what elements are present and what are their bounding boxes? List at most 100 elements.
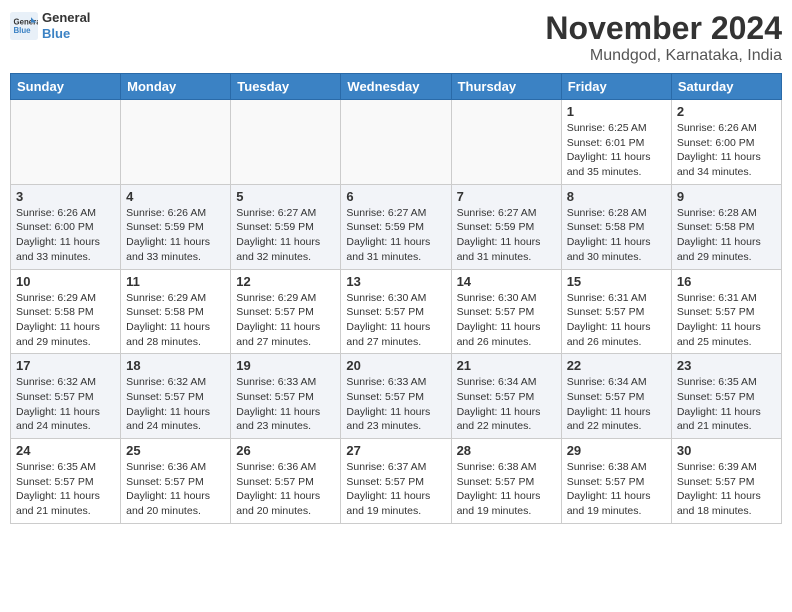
- day-number: 21: [457, 358, 556, 373]
- weekday-header-friday: Friday: [561, 74, 671, 100]
- title-block: November 2024 Mundgod, Karnataka, India: [545, 10, 782, 65]
- calendar-cell: 23Sunrise: 6:35 AM Sunset: 5:57 PM Dayli…: [671, 354, 781, 439]
- calendar-cell: 27 Sunrise: 6:37 AM Sunset: 5:57 PM Dayli…: [341, 439, 451, 524]
- day-number: 16: [677, 274, 776, 289]
- calendar-cell: 12 Sunrise: 6:29 AM Sunset: 5:57 PM Dayli…: [231, 269, 341, 354]
- day-detail: Sunrise: 6:26 AM Sunset: 6:00 PM Dayligh…: [16, 206, 115, 265]
- day-number: 3: [16, 189, 115, 204]
- calendar-cell: 3 Sunrise: 6:26 AM Sunset: 6:00 PM Daylig…: [11, 184, 121, 269]
- day-number: 25: [126, 443, 225, 458]
- calendar-cell: 14 Sunrise: 6:30 AM Sunset: 5:57 PM Dayli…: [451, 269, 561, 354]
- calendar-cell: 1 Sunrise: 6:25 AM Sunset: 6:01 PM Daylig…: [561, 100, 671, 185]
- calendar-cell: 9 Sunrise: 6:28 AM Sunset: 5:58 PM Daylig…: [671, 184, 781, 269]
- day-detail: Sunrise: 6:27 AM Sunset: 5:59 PM Dayligh…: [236, 206, 335, 265]
- day-detail: Sunrise: 6:30 AM Sunset: 5:57 PM Dayligh…: [457, 291, 556, 350]
- weekday-header-saturday: Saturday: [671, 74, 781, 100]
- day-number: 20: [346, 358, 445, 373]
- day-detail: Sunrise: 6:29 AM Sunset: 5:58 PM Dayligh…: [126, 291, 225, 350]
- day-detail: Sunrise: 6:38 AM Sunset: 5:57 PM Dayligh…: [567, 460, 666, 519]
- calendar-cell: [451, 100, 561, 185]
- day-number: 29: [567, 443, 666, 458]
- day-number: 24: [16, 443, 115, 458]
- weekday-header-thursday: Thursday: [451, 74, 561, 100]
- location: Mundgod, Karnataka, India: [545, 47, 782, 65]
- calendar-cell: 29 Sunrise: 6:38 AM Sunset: 5:57 PM Dayli…: [561, 439, 671, 524]
- day-detail: Sunrise: 6:26 AM Sunset: 6:00 PM Dayligh…: [677, 121, 776, 180]
- day-number: 7: [457, 189, 556, 204]
- day-detail: Sunrise: 6:34 AM Sunset: 5:57 PM Dayligh…: [567, 375, 666, 434]
- calendar-cell: 20 Sunrise: 6:33 AM Sunset: 5:57 PM Dayli…: [341, 354, 451, 439]
- weekday-header-wednesday: Wednesday: [341, 74, 451, 100]
- day-detail: Sunrise: 6:35 AM Sunset: 5:57 PM Dayligh…: [677, 375, 776, 434]
- day-detail: Sunrise: 6:28 AM Sunset: 5:58 PM Dayligh…: [567, 206, 666, 265]
- calendar-cell: 4 Sunrise: 6:26 AM Sunset: 5:59 PM Daylig…: [121, 184, 231, 269]
- weekday-header-tuesday: Tuesday: [231, 74, 341, 100]
- day-detail: Sunrise: 6:25 AM Sunset: 6:01 PM Dayligh…: [567, 121, 666, 180]
- calendar-cell: 18 Sunrise: 6:32 AM Sunset: 5:57 PM Dayli…: [121, 354, 231, 439]
- day-detail: Sunrise: 6:37 AM Sunset: 5:57 PM Dayligh…: [346, 460, 445, 519]
- day-number: 2: [677, 104, 776, 119]
- calendar-cell: 2 Sunrise: 6:26 AM Sunset: 6:00 PM Daylig…: [671, 100, 781, 185]
- day-detail: Sunrise: 6:32 AM Sunset: 5:57 PM Dayligh…: [126, 375, 225, 434]
- day-number: 5: [236, 189, 335, 204]
- calendar-cell: 6 Sunrise: 6:27 AM Sunset: 5:59 PM Daylig…: [341, 184, 451, 269]
- weekday-header-monday: Monday: [121, 74, 231, 100]
- day-number: 9: [677, 189, 776, 204]
- day-number: 19: [236, 358, 335, 373]
- month-title: November 2024: [545, 10, 782, 47]
- day-detail: Sunrise: 6:30 AM Sunset: 5:57 PM Dayligh…: [346, 291, 445, 350]
- calendar-cell: [121, 100, 231, 185]
- day-number: 26: [236, 443, 335, 458]
- day-detail: Sunrise: 6:36 AM Sunset: 5:57 PM Dayligh…: [126, 460, 225, 519]
- calendar-week-4: 17 Sunrise: 6:32 AM Sunset: 5:57 PM Dayli…: [11, 354, 782, 439]
- day-number: 1: [567, 104, 666, 119]
- calendar-cell: 28 Sunrise: 6:38 AM Sunset: 5:57 PM Dayli…: [451, 439, 561, 524]
- logo: General Blue General Blue: [10, 10, 90, 41]
- calendar-cell: 8 Sunrise: 6:28 AM Sunset: 5:58 PM Daylig…: [561, 184, 671, 269]
- day-detail: Sunrise: 6:31 AM Sunset: 5:57 PM Dayligh…: [567, 291, 666, 350]
- day-number: 27: [346, 443, 445, 458]
- calendar-cell: 22 Sunrise: 6:34 AM Sunset: 5:57 PM Dayli…: [561, 354, 671, 439]
- day-detail: Sunrise: 6:33 AM Sunset: 5:57 PM Dayligh…: [236, 375, 335, 434]
- calendar-cell: [341, 100, 451, 185]
- day-number: 8: [567, 189, 666, 204]
- day-detail: Sunrise: 6:29 AM Sunset: 5:57 PM Dayligh…: [236, 291, 335, 350]
- day-detail: Sunrise: 6:34 AM Sunset: 5:57 PM Dayligh…: [457, 375, 556, 434]
- day-number: 4: [126, 189, 225, 204]
- calendar-cell: 11 Sunrise: 6:29 AM Sunset: 5:58 PM Dayli…: [121, 269, 231, 354]
- calendar-cell: 13Sunrise: 6:30 AM Sunset: 5:57 PM Dayli…: [341, 269, 451, 354]
- calendar-week-1: 1 Sunrise: 6:25 AM Sunset: 6:01 PM Daylig…: [11, 100, 782, 185]
- day-number: 17: [16, 358, 115, 373]
- calendar-cell: 26 Sunrise: 6:36 AM Sunset: 5:57 PM Dayli…: [231, 439, 341, 524]
- calendar-cell: 24Sunrise: 6:35 AM Sunset: 5:57 PM Dayli…: [11, 439, 121, 524]
- calendar-cell: 21 Sunrise: 6:34 AM Sunset: 5:57 PM Dayli…: [451, 354, 561, 439]
- calendar-cell: [231, 100, 341, 185]
- calendar-cell: 5 Sunrise: 6:27 AM Sunset: 5:59 PM Daylig…: [231, 184, 341, 269]
- day-number: 14: [457, 274, 556, 289]
- day-number: 18: [126, 358, 225, 373]
- day-detail: Sunrise: 6:26 AM Sunset: 5:59 PM Dayligh…: [126, 206, 225, 265]
- day-detail: Sunrise: 6:38 AM Sunset: 5:57 PM Dayligh…: [457, 460, 556, 519]
- day-detail: Sunrise: 6:27 AM Sunset: 5:59 PM Dayligh…: [346, 206, 445, 265]
- day-number: 28: [457, 443, 556, 458]
- day-number: 22: [567, 358, 666, 373]
- calendar-week-5: 24Sunrise: 6:35 AM Sunset: 5:57 PM Dayli…: [11, 439, 782, 524]
- page-header: General Blue General Blue November 2024 …: [10, 10, 782, 65]
- calendar-cell: 7 Sunrise: 6:27 AM Sunset: 5:59 PM Daylig…: [451, 184, 561, 269]
- calendar-cell: 25 Sunrise: 6:36 AM Sunset: 5:57 PM Dayli…: [121, 439, 231, 524]
- day-detail: Sunrise: 6:28 AM Sunset: 5:58 PM Dayligh…: [677, 206, 776, 265]
- calendar-table: SundayMondayTuesdayWednesdayThursdayFrid…: [10, 73, 782, 524]
- day-detail: Sunrise: 6:27 AM Sunset: 5:59 PM Dayligh…: [457, 206, 556, 265]
- day-detail: Sunrise: 6:32 AM Sunset: 5:57 PM Dayligh…: [16, 375, 115, 434]
- day-detail: Sunrise: 6:33 AM Sunset: 5:57 PM Dayligh…: [346, 375, 445, 434]
- day-detail: Sunrise: 6:36 AM Sunset: 5:57 PM Dayligh…: [236, 460, 335, 519]
- calendar-cell: 30Sunrise: 6:39 AM Sunset: 5:57 PM Dayli…: [671, 439, 781, 524]
- calendar-week-3: 10Sunrise: 6:29 AM Sunset: 5:58 PM Dayli…: [11, 269, 782, 354]
- day-detail: Sunrise: 6:39 AM Sunset: 5:57 PM Dayligh…: [677, 460, 776, 519]
- day-number: 11: [126, 274, 225, 289]
- day-number: 6: [346, 189, 445, 204]
- calendar-cell: 15Sunrise: 6:31 AM Sunset: 5:57 PM Dayli…: [561, 269, 671, 354]
- calendar-cell: 17 Sunrise: 6:32 AM Sunset: 5:57 PM Dayli…: [11, 354, 121, 439]
- day-number: 12: [236, 274, 335, 289]
- weekday-header-row: SundayMondayTuesdayWednesdayThursdayFrid…: [11, 74, 782, 100]
